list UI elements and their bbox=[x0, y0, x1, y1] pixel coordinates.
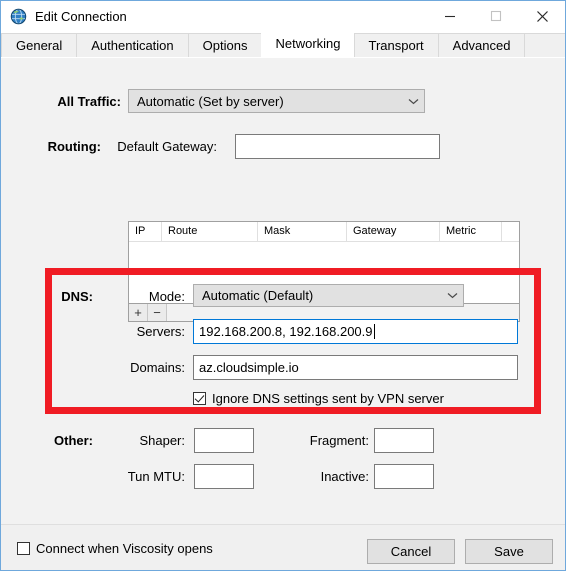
fragment-input[interactable] bbox=[374, 428, 434, 453]
maximize-button[interactable] bbox=[473, 1, 519, 31]
shaper-input[interactable] bbox=[194, 428, 254, 453]
connect-on-open-label: Connect when Viscosity opens bbox=[36, 541, 213, 556]
add-route-button[interactable]: + bbox=[129, 304, 148, 321]
tab-options[interactable]: Options bbox=[187, 33, 263, 57]
routing-column-gateway: Gateway bbox=[347, 222, 440, 241]
fragment-label: Fragment: bbox=[309, 433, 369, 448]
chevron-down-icon bbox=[441, 292, 463, 299]
text-caret bbox=[373, 324, 375, 339]
dialog-footer: Connect when Viscosity opens Cancel Save bbox=[1, 524, 565, 570]
window-controls bbox=[427, 1, 565, 31]
cancel-button[interactable]: Cancel bbox=[367, 539, 455, 564]
routing-table-header: IP Route Mask Gateway Metric bbox=[129, 222, 519, 242]
routing-column-metric: Metric bbox=[440, 222, 502, 241]
chevron-down-icon bbox=[402, 98, 424, 105]
connect-on-open-checkbox[interactable]: Connect when Viscosity opens bbox=[17, 541, 213, 556]
routing-column-mask: Mask bbox=[258, 222, 347, 241]
window-title: Edit Connection bbox=[35, 8, 127, 24]
tab-general[interactable]: General bbox=[1, 33, 78, 57]
tab-strip-filler bbox=[524, 33, 565, 57]
default-gateway-label: Default Gateway: bbox=[117, 139, 217, 154]
all-traffic-value: Automatic (Set by server) bbox=[137, 93, 284, 109]
tun-mtu-input[interactable] bbox=[194, 464, 254, 489]
dns-domains-value: az.cloudsimple.io bbox=[199, 360, 299, 375]
routing-column-ip: IP bbox=[129, 222, 162, 241]
routing-label: Routing: bbox=[47, 139, 101, 154]
inactive-input[interactable] bbox=[374, 464, 434, 489]
checkbox-checked-icon bbox=[193, 392, 206, 405]
dns-label: DNS: bbox=[61, 289, 93, 304]
dns-servers-label: Servers: bbox=[136, 324, 185, 339]
tun-mtu-label: Tun MTU: bbox=[127, 469, 185, 484]
dns-servers-value: 192.168.200.8, 192.168.200.9 bbox=[199, 324, 373, 339]
tab-authentication[interactable]: Authentication bbox=[76, 33, 189, 57]
shaper-label: Shaper: bbox=[139, 433, 185, 448]
dns-servers-input[interactable]: 192.168.200.8, 192.168.200.9 bbox=[193, 319, 518, 344]
tab-networking[interactable]: Networking bbox=[261, 31, 355, 57]
routing-column-route: Route bbox=[162, 222, 258, 241]
globe-icon bbox=[10, 8, 27, 25]
tab-strip: General Authentication Options Networkin… bbox=[1, 31, 565, 57]
tab-transport[interactable]: Transport bbox=[353, 33, 439, 57]
other-label: Other: bbox=[54, 433, 93, 448]
all-traffic-label: All Traffic: bbox=[57, 94, 121, 109]
default-gateway-input[interactable] bbox=[235, 134, 440, 159]
networking-panel: All Traffic: Automatic (Set by server) R… bbox=[1, 57, 565, 524]
checkbox-unchecked-icon bbox=[17, 542, 30, 555]
remove-route-button[interactable]: − bbox=[148, 304, 167, 321]
all-traffic-dropdown[interactable]: Automatic (Set by server) bbox=[128, 89, 425, 113]
dns-domains-input[interactable]: az.cloudsimple.io bbox=[193, 355, 518, 380]
dns-mode-dropdown[interactable]: Automatic (Default) bbox=[193, 284, 464, 307]
ignore-dns-label: Ignore DNS settings sent by VPN server bbox=[212, 391, 444, 406]
save-button[interactable]: Save bbox=[465, 539, 553, 564]
close-button[interactable] bbox=[519, 1, 565, 31]
inactive-label: Inactive: bbox=[320, 469, 369, 484]
routing-column-spacer bbox=[502, 222, 519, 241]
edit-connection-window: Edit Connection General Authentication O… bbox=[0, 0, 566, 571]
dns-domains-label: Domains: bbox=[130, 360, 185, 375]
dns-mode-value: Automatic (Default) bbox=[202, 288, 314, 303]
minimize-button[interactable] bbox=[427, 1, 473, 31]
ignore-dns-checkbox[interactable]: Ignore DNS settings sent by VPN server bbox=[193, 391, 444, 406]
tab-advanced[interactable]: Advanced bbox=[437, 33, 526, 57]
dns-mode-label: Mode: bbox=[148, 289, 185, 304]
title-bar: Edit Connection bbox=[1, 1, 565, 31]
